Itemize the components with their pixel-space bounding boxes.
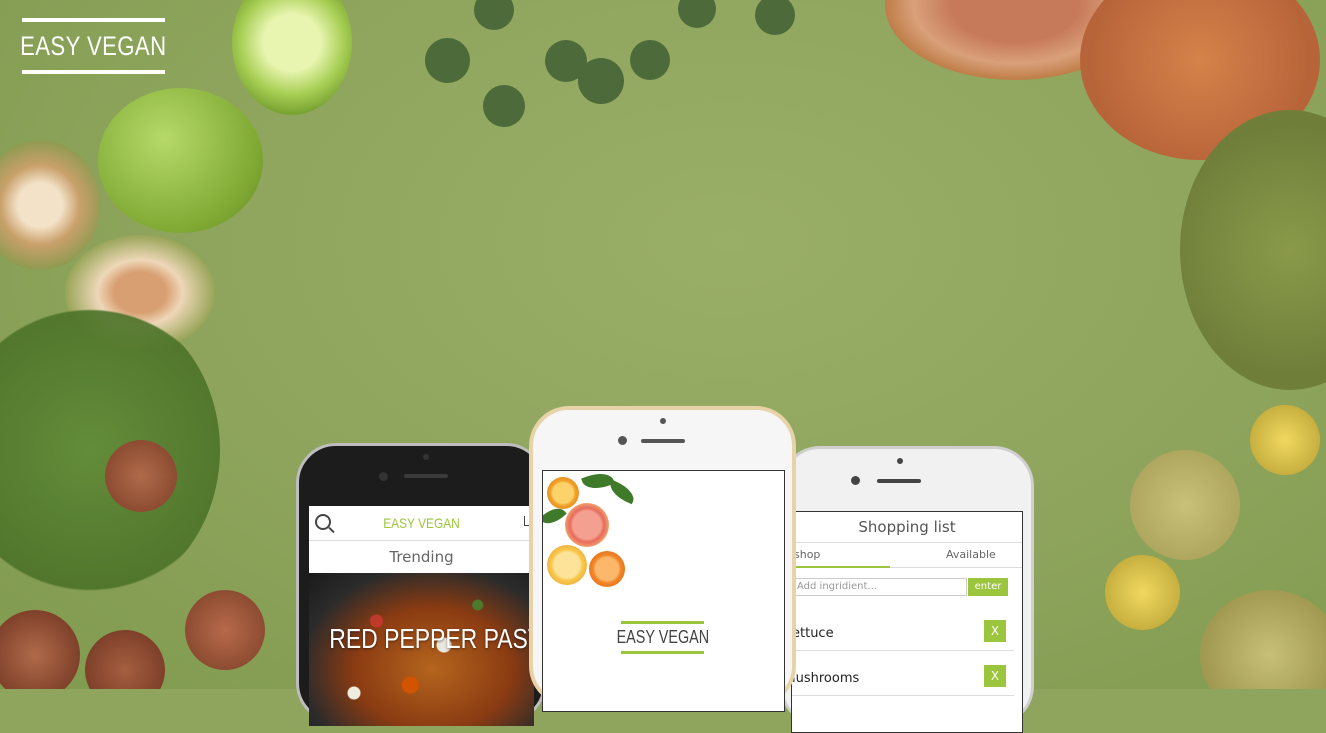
phone-mockup-splash: EASY VEGAN xyxy=(529,406,796,712)
add-ingredient-input[interactable]: Add ingridient... xyxy=(792,578,967,596)
grapefruit-slice-decor xyxy=(565,503,609,547)
tab-available[interactable]: Available xyxy=(946,548,996,561)
earpiece-speaker xyxy=(404,474,448,478)
phone-mockup-trending: EASY VEGAN Trending RED PEPPER PASTA xyxy=(296,443,546,726)
raspberry-decor xyxy=(105,440,177,512)
app-logo: EASY VEGAN xyxy=(383,515,460,531)
sensor-dot xyxy=(660,418,666,424)
active-tab-indicator xyxy=(792,566,890,568)
blueberry-decor xyxy=(425,38,470,83)
physalis-decor xyxy=(1105,555,1180,630)
physalis-husk-decor xyxy=(1200,590,1326,689)
splash-logo-text: EASY VEGAN xyxy=(616,627,709,647)
remove-button[interactable]: X xyxy=(984,620,1006,642)
enter-button[interactable]: enter xyxy=(968,578,1008,596)
remove-button[interactable]: X xyxy=(984,665,1006,687)
orange-slice-decor xyxy=(589,551,625,587)
earpiece-speaker xyxy=(641,439,685,443)
section-title: Trending xyxy=(309,541,534,574)
orange-slice-decor xyxy=(547,477,579,509)
list-item: lushrooms X xyxy=(792,665,1014,696)
brand-logo-text: EASY VEGAN xyxy=(20,30,167,61)
front-camera xyxy=(851,476,860,485)
blueberry-decor xyxy=(678,0,716,28)
add-ingredient-row: Add ingridient... enter xyxy=(792,578,1014,598)
recipe-card[interactable]: RED PEPPER PASTA xyxy=(309,573,534,726)
blueberry-decor xyxy=(630,40,670,80)
front-camera xyxy=(379,472,388,481)
sensor-dot xyxy=(897,458,903,464)
blueberry-decor xyxy=(755,0,795,35)
raspberry-decor xyxy=(0,610,80,689)
raspberry-decor xyxy=(85,630,165,689)
leaves-decor xyxy=(0,300,220,600)
lime-slice-decor xyxy=(232,0,352,115)
phone-screen: EASY VEGAN Trending RED PEPPER PASTA xyxy=(309,506,534,726)
physalis-husk-decor xyxy=(1130,450,1240,560)
lime-decor xyxy=(98,88,263,233)
list-item: ettuce X xyxy=(792,620,1014,651)
app-header: EASY VEGAN xyxy=(309,506,534,541)
list-item-label: ettuce xyxy=(792,626,834,641)
raspberry-decor xyxy=(185,590,265,670)
blueberry-decor xyxy=(483,85,525,127)
fig-decor xyxy=(0,140,100,270)
phone-screen: Shopping list shop Available Add ingridi… xyxy=(791,511,1023,733)
blueberry-decor xyxy=(578,58,624,104)
brand-logo[interactable]: EASY VEGAN xyxy=(20,18,167,74)
recipe-title: RED PEPPER PASTA xyxy=(329,623,534,654)
splash-logo: EASY VEGAN xyxy=(616,621,709,654)
phone-screen: EASY VEGAN xyxy=(542,470,785,712)
phone-mockup-shopping-list: Shopping list shop Available Add ingridi… xyxy=(780,446,1034,733)
tab-shop[interactable]: shop xyxy=(794,548,820,561)
earpiece-speaker xyxy=(877,479,921,483)
front-camera xyxy=(618,436,627,445)
tab-bar: shop Available xyxy=(792,543,1022,568)
blueberry-decor xyxy=(474,0,514,30)
physalis-decor xyxy=(1250,405,1320,475)
leaf-decor xyxy=(581,471,615,494)
orange-slice-decor xyxy=(547,545,587,585)
leaf-decor xyxy=(606,479,638,505)
list-item-label: lushrooms xyxy=(792,671,860,686)
sensor-dot xyxy=(423,454,429,460)
page-title: Shopping list xyxy=(792,512,1022,543)
